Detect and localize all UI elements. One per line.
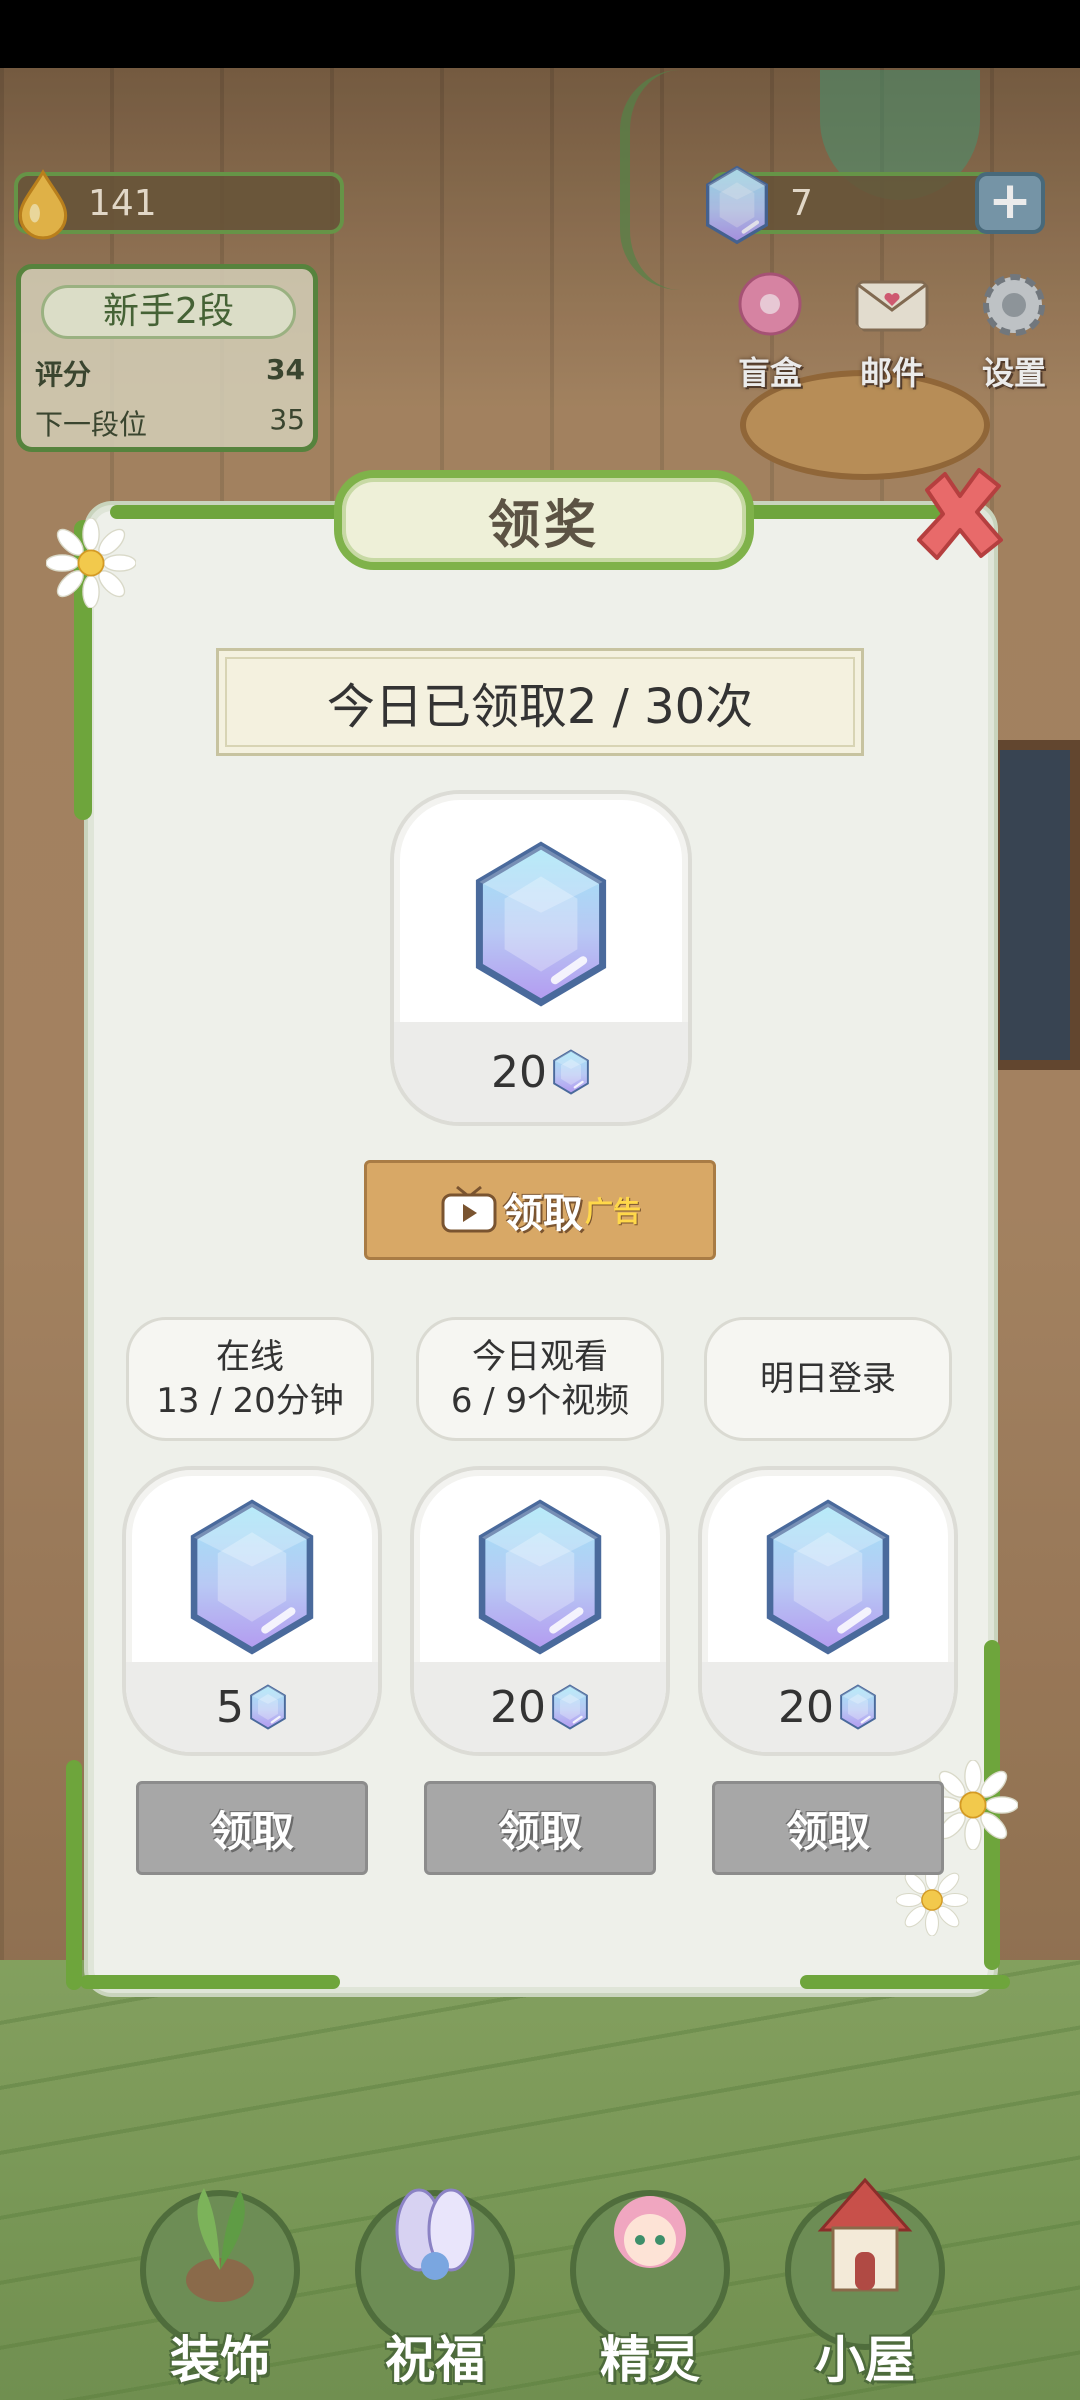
nav-label: 精灵 bbox=[600, 2331, 700, 2389]
nav-cottage[interactable]: 小屋 bbox=[775, 2170, 955, 2400]
spirit-girl-icon bbox=[614, 2196, 686, 2268]
reward-amount-row: 20 bbox=[702, 1662, 954, 1752]
plant-icon bbox=[186, 2188, 254, 2302]
reward-card-login: 20 bbox=[698, 1466, 958, 1756]
condition-title: 今日观看 bbox=[472, 1337, 608, 1377]
reward-amount: 20 bbox=[778, 1681, 834, 1733]
dialog-title: 领奖 bbox=[334, 470, 754, 570]
condition-progress: 6 / 9个视频 bbox=[450, 1381, 630, 1421]
reward-amount: 5 bbox=[216, 1681, 244, 1733]
condition-online-time: 在线 13 / 20分钟 bbox=[126, 1317, 374, 1441]
condition-login-tomorrow: 明日登录 bbox=[704, 1317, 952, 1441]
tv-play-icon bbox=[441, 1185, 497, 1233]
claim-videos-button[interactable]: 领取 bbox=[424, 1781, 656, 1875]
daily-claim-count: 今日已领取2 / 30次 bbox=[216, 648, 864, 756]
condition-title: 在线 bbox=[216, 1337, 284, 1377]
close-icon[interactable] bbox=[905, 460, 1015, 570]
reward-amount: 20 bbox=[490, 1681, 546, 1733]
claim-label: 领取 bbox=[502, 1191, 583, 1237]
gem-icon bbox=[550, 1684, 590, 1730]
gem-icon bbox=[551, 1049, 591, 1095]
claim-with-ad-button[interactable]: 领取 广告 bbox=[364, 1160, 716, 1260]
ad-tag: 广告 bbox=[584, 1195, 641, 1228]
vine-decoration bbox=[110, 505, 360, 519]
reward-amount-row: 20 bbox=[394, 1022, 688, 1122]
vine-decoration bbox=[80, 1975, 340, 1989]
reward-amount-row: 5 bbox=[126, 1662, 378, 1752]
gem-icon bbox=[186, 1498, 318, 1656]
gem-icon bbox=[838, 1684, 878, 1730]
claim-online-button[interactable]: 领取 bbox=[136, 1781, 368, 1875]
nav-label: 祝福 bbox=[385, 2331, 485, 2389]
house-icon bbox=[817, 2177, 913, 2292]
nav-label: 装饰 bbox=[170, 2331, 270, 2389]
claim-login-button[interactable]: 领取 bbox=[712, 1781, 944, 1875]
reward-amount: 20 bbox=[491, 1046, 547, 1098]
gem-icon bbox=[471, 840, 611, 1008]
nav-spirit[interactable]: 精灵 bbox=[560, 2170, 740, 2400]
gem-icon bbox=[762, 1498, 894, 1656]
daisy-icon bbox=[46, 518, 136, 608]
nav-decoration[interactable]: 装饰 bbox=[130, 2170, 310, 2400]
main-reward-card: 20 bbox=[390, 790, 692, 1126]
vine-decoration bbox=[66, 1760, 82, 1990]
gem-icon bbox=[474, 1498, 606, 1656]
gem-icon bbox=[248, 1684, 288, 1730]
status-bar bbox=[0, 0, 1080, 68]
vine-decoration bbox=[800, 1975, 1010, 1989]
reward-amount-row: 20 bbox=[414, 1662, 666, 1752]
condition-watch-videos: 今日观看 6 / 9个视频 bbox=[416, 1317, 664, 1441]
reward-card-online: 5 bbox=[122, 1466, 382, 1756]
condition-progress: 13 / 20分钟 bbox=[156, 1381, 344, 1421]
reward-card-videos: 20 bbox=[410, 1466, 670, 1756]
fairy-wings-icon bbox=[395, 2188, 475, 2280]
condition-title: 明日登录 bbox=[760, 1359, 896, 1399]
nav-label: 小屋 bbox=[815, 2331, 915, 2389]
nav-blessing[interactable]: 祝福 bbox=[345, 2170, 525, 2400]
